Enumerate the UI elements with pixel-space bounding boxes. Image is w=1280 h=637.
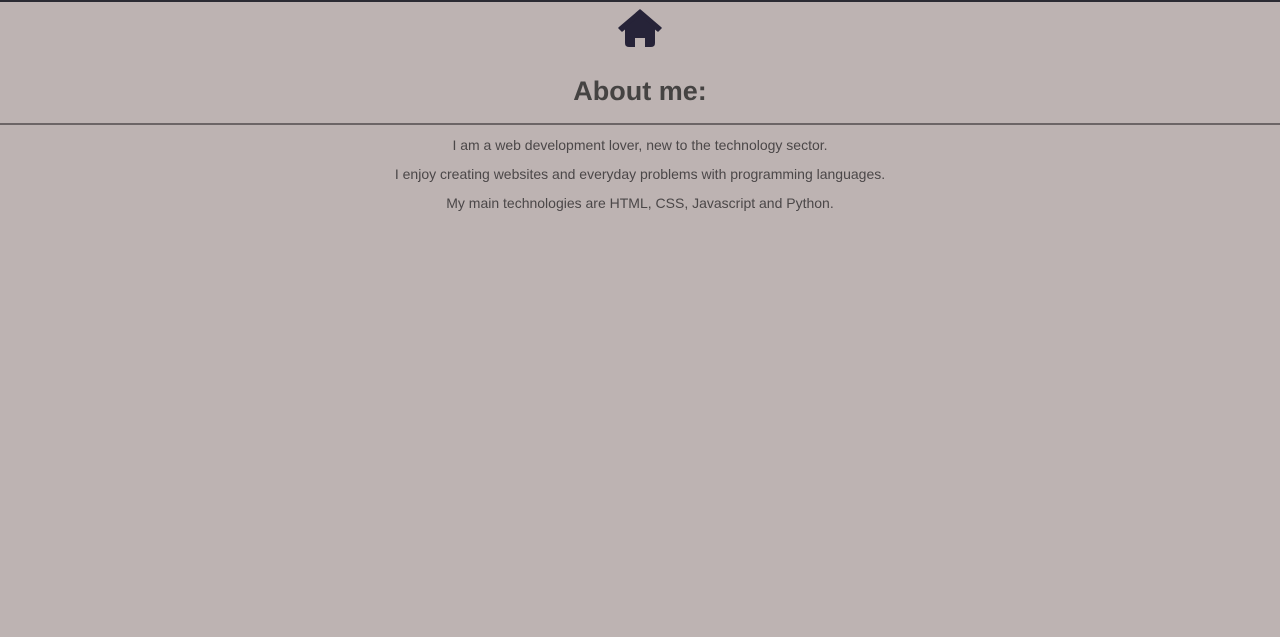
about-line-technologies: My main technologies are HTML, CSS, Java… bbox=[446, 195, 834, 211]
about-line-intro: I am a web development lover, new to the… bbox=[452, 137, 828, 153]
home-icon bbox=[618, 9, 662, 47]
page-title: About me: bbox=[573, 76, 707, 106]
header-divider bbox=[0, 123, 1280, 125]
about-section: I am a web development lover, new to the… bbox=[0, 137, 1280, 224]
about-line-hobby: I enjoy creating websites and everyday p… bbox=[394, 166, 886, 182]
page-header: About me: bbox=[0, 2, 1280, 124]
home-link[interactable] bbox=[618, 7, 662, 49]
